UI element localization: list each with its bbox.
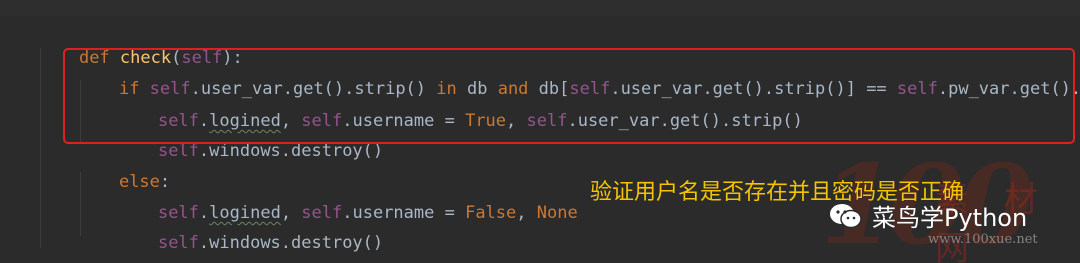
code-line-destroy: self.windows.destroy(): [117, 207, 383, 253]
code-editor[interactable]: def check(self): if self.user_var.get().…: [0, 0, 1080, 263]
code-text: ,: [516, 203, 537, 223]
keyword-false: False: [465, 203, 517, 223]
code-text: ,: [506, 111, 527, 131]
code-text: .windows.destroy(): [198, 233, 384, 253]
code-text: .windows.destroy(): [198, 141, 384, 161]
wechat-badge: 菜鸟学Python: [828, 198, 1027, 233]
code-line-assign-true: self.logined, self.username = True, self…: [117, 85, 803, 131]
self-ref: self: [896, 79, 938, 99]
code-text: .user_var.get().strip(): [567, 111, 803, 131]
code-line-if: if self.user_var.get().strip() in db and…: [78, 53, 1080, 99]
keyword-none: None: [536, 203, 578, 223]
editor-top-strip: [0, 0, 1080, 16]
self-ref: self: [157, 233, 199, 253]
code-line-else: else:: [78, 146, 170, 192]
watermark-url: www.100xue.net: [928, 232, 1038, 247]
keyword-true: True: [465, 111, 507, 131]
wechat-icon: [828, 202, 864, 230]
code-line-destroy: self.windows.destroy(): [117, 115, 383, 161]
self-ref: self: [526, 111, 568, 131]
code-text: .pw_var.get().strip(): [937, 79, 1080, 99]
badge-label: 菜鸟学Python: [872, 204, 1028, 232]
code-line-assign-false: self.logined, self.username = False, Non…: [117, 177, 578, 223]
code-line-def: def check(self):: [38, 22, 243, 68]
